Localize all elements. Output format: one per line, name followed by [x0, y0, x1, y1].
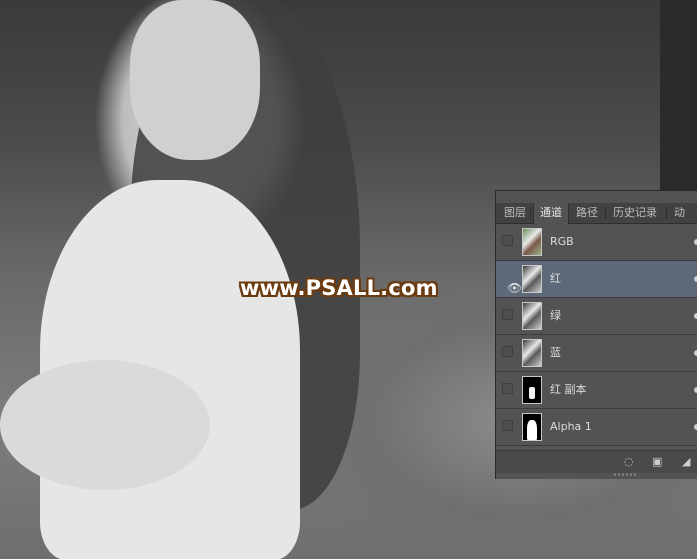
visibility-toggle[interactable]	[502, 383, 513, 394]
visibility-toggle[interactable]	[502, 346, 513, 357]
resize-grip[interactable]	[614, 473, 636, 476]
channel-thumbnail	[522, 413, 542, 441]
tab-separator	[666, 207, 667, 219]
channel-row-blue[interactable]: 蓝	[496, 335, 697, 372]
new-channel-icon[interactable]: ◢	[682, 455, 690, 469]
channels-panel: 图层 通道 路径 历史记录 动作 RGB 👁 红 绿	[495, 190, 697, 479]
channel-thumbnail	[522, 265, 542, 293]
channel-label: 蓝	[550, 346, 561, 359]
channel-label: Alpha 1	[550, 420, 592, 433]
tab-layers[interactable]: 图层	[498, 203, 532, 223]
channel-thumbnail	[522, 376, 542, 404]
channel-list: RGB 👁 红 绿 蓝 红 副本 Alpha 1	[496, 224, 697, 446]
panel-footer: ◌ ▣ ◢	[496, 450, 697, 473]
workspace-background	[660, 0, 697, 190]
visibility-toggle[interactable]: 👁	[502, 272, 522, 295]
channel-thumbnail	[522, 228, 542, 256]
channel-label: 绿	[550, 309, 561, 322]
channel-row-red-copy[interactable]: 红 副本	[496, 372, 697, 409]
tab-separator	[605, 207, 606, 219]
channel-label: 红 副本	[550, 383, 587, 396]
tab-channels[interactable]: 通道	[533, 203, 569, 224]
channel-row-red[interactable]: 👁 红	[496, 261, 697, 298]
eye-icon: 👁	[507, 281, 523, 295]
channel-label: 红	[550, 272, 561, 285]
photo-arm-region	[0, 360, 210, 490]
visibility-toggle[interactable]	[502, 235, 513, 246]
channel-thumbnail	[522, 339, 542, 367]
tab-separator	[530, 207, 531, 219]
watermark-text: www.PSALL.com	[240, 276, 438, 300]
visibility-toggle[interactable]	[502, 309, 513, 320]
load-selection-icon[interactable]: ◌	[624, 455, 634, 469]
channel-row-alpha-1[interactable]: Alpha 1	[496, 409, 697, 446]
tab-history[interactable]: 历史记录	[607, 203, 663, 223]
channel-row-green[interactable]: 绿	[496, 298, 697, 335]
tab-paths[interactable]: 路径	[570, 203, 604, 223]
panel-tabs: 图层 通道 路径 历史记录 动作	[496, 203, 697, 239]
photo-face-region	[130, 0, 260, 160]
channel-thumbnail	[522, 302, 542, 330]
tab-actions[interactable]: 动作	[668, 203, 697, 239]
channel-label: RGB	[550, 235, 574, 248]
save-selection-icon[interactable]: ▣	[652, 455, 662, 469]
visibility-toggle[interactable]	[502, 420, 513, 431]
channel-row-rgb[interactable]: RGB	[496, 224, 697, 261]
